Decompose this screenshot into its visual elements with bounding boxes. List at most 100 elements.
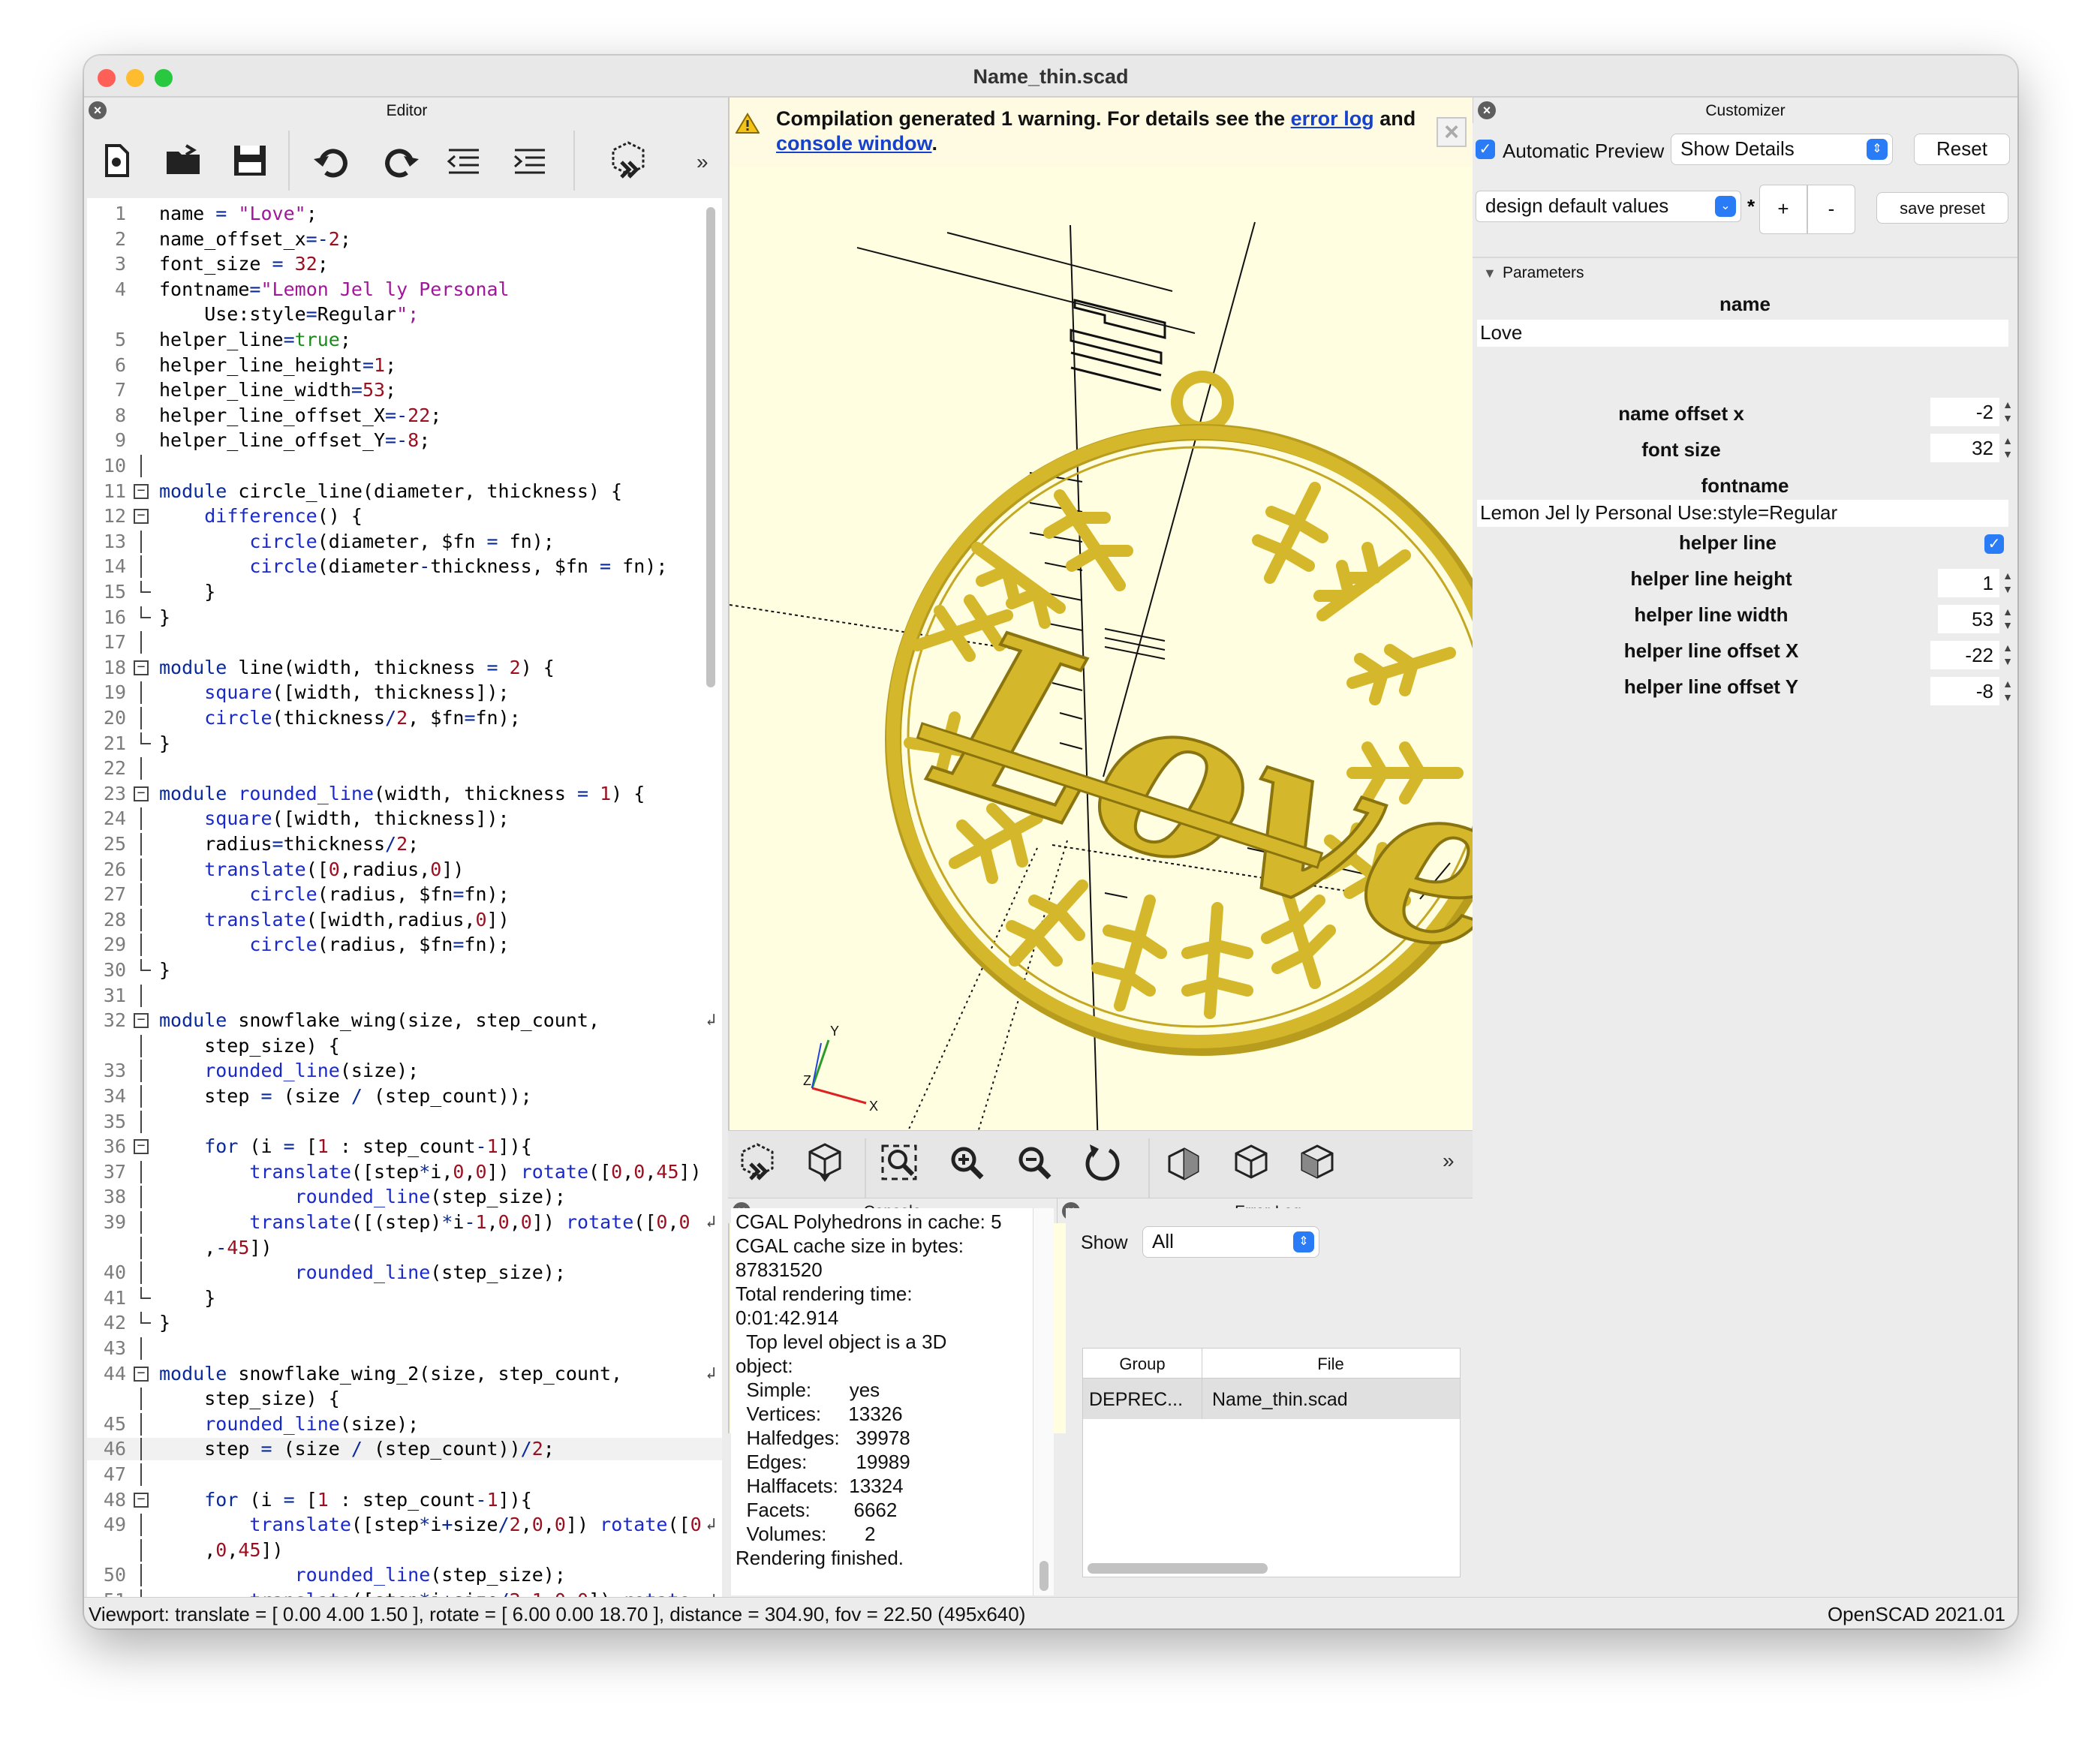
fold-toggle-icon[interactable]: − [134,1139,149,1155]
code-line[interactable]: 24 square([width, thickness]); [87,807,722,831]
table-row[interactable]: DEPREC... Name_thin.scad [1083,1379,1460,1419]
code-line[interactable]: 11− module circle_line(diameter, thicknes… [87,480,722,503]
code-line[interactable]: 47 [87,1463,722,1486]
code-line[interactable]: ,-45]) [87,1236,722,1259]
view-top-icon[interactable] [1229,1141,1273,1183]
close-warning-icon[interactable]: × [1437,117,1467,147]
code-line[interactable]: 1 name = "Love"; [87,203,722,225]
code-line[interactable]: 10 [87,455,722,477]
preview-render-icon[interactable] [736,1141,779,1183]
code-line[interactable]: 18− module line(width, thickness = 2) { [87,657,722,679]
code-line[interactable]: 43 [87,1337,722,1360]
remove-preset-button[interactable]: - [1807,185,1855,234]
param-helper-line-checkbox[interactable]: ✓ [1984,534,2004,554]
param-helper-line-height-input[interactable]: 1 [1938,569,1999,597]
code-line[interactable]: 17 [87,631,722,654]
console-output[interactable]: CGAL Polyhedrons in cache: 5 CGAL cache … [731,1208,1054,1595]
param-font-size-input[interactable]: 32 [1930,434,1999,462]
collapse-triangle-icon[interactable]: ▼ [1483,266,1497,281]
code-line[interactable]: 34 step = (size / (step_count)); [87,1085,722,1108]
code-line[interactable]: 33 rounded_line(size); [87,1060,722,1083]
param-fontname-input[interactable]: Lemon Jel ly Personal Use:style=Regular [1477,500,2008,527]
code-line[interactable]: 36− for (i = [1 : step_count-1]){ [87,1135,722,1158]
code-line[interactable]: 6 helper_line_height=1; [87,354,722,377]
col-file-header[interactable]: File [1203,1355,1458,1374]
code-line[interactable]: 28 translate([width,radius,0]) [87,908,722,931]
code-line[interactable]: 50 rounded_line(step_size); [87,1564,722,1587]
code-line[interactable]: step_size) { [87,1388,722,1411]
code-line[interactable]: 49 translate([step*i+size/2,0,0]) rotate… [87,1514,722,1537]
viewport-toolbar-overflow-icon[interactable]: » [1443,1149,1455,1173]
auto-preview-checkbox[interactable]: ✓ [1476,140,1495,159]
code-line[interactable]: 5 helper_line=true; [87,329,722,351]
toolbar-overflow-icon[interactable]: » [696,150,709,174]
console-scrollbar[interactable] [1033,1208,1054,1595]
code-line[interactable]: 2 name_offset_x=-2; [87,228,722,251]
indent-icon[interactable] [509,140,552,182]
code-line[interactable]: 35 [87,1110,722,1133]
code-line[interactable]: 27 circle(radius, $fn=fn); [87,883,722,907]
code-line[interactable]: 3 font_size = 32; [87,253,722,275]
code-line[interactable]: 51 translate([step*i+size/2-1,0,0]) rota… [87,1589,722,1597]
code-line[interactable]: 21} [87,732,722,755]
code-line[interactable]: 22 [87,757,722,780]
unindent-icon[interactable] [443,140,486,182]
redo-icon[interactable] [378,140,422,182]
param-helper-line-offset-x-input[interactable]: -22 [1930,641,1999,669]
code-line[interactable]: 26 translate([0,radius,0]) [87,858,722,881]
code-line[interactable]: 29 circle(radius, $fn=fn); [87,934,722,957]
param-helper-line-offset-y-input[interactable]: -8 [1930,677,1999,705]
code-line[interactable]: 12− difference() { [87,505,722,528]
code-line[interactable]: 14 circle(diameter-thickness, $fn = fn); [87,555,722,579]
save-preset-button[interactable]: save preset [1876,192,2008,224]
code-line[interactable]: 45 rounded_line(size); [87,1412,722,1436]
fold-toggle-icon[interactable]: − [134,483,149,499]
code-line[interactable]: 42} [87,1312,722,1334]
code-line[interactable]: step_size) { [87,1034,722,1057]
stepper-arrows-icon[interactable]: ▲ ▼ [1999,569,2016,597]
fold-toggle-icon[interactable]: − [134,660,149,675]
stepper-arrows-icon[interactable]: ▲ ▼ [1999,641,2016,669]
code-line[interactable]: 40 rounded_line(step_size); [87,1261,722,1285]
param-helper-line-width-input[interactable]: 53 [1938,605,1999,633]
errorlog-show-select[interactable]: All ⇕ [1142,1226,1319,1258]
fold-toggle-icon[interactable]: − [134,786,149,801]
code-line[interactable]: 8 helper_line_offset_X=-22; [87,404,722,427]
preset-select[interactable]: design default values ⌄ [1476,191,1741,222]
col-group-header[interactable]: Group [1083,1355,1202,1374]
code-line[interactable]: 23− module rounded_line(width, thickness … [87,783,722,805]
code-line[interactable]: 20 circle(thickness/2, $fn=fn); [87,707,722,729]
code-line[interactable]: 19 square([width, thickness]); [87,681,722,705]
param-name-offset-x-input[interactable]: -2 [1930,398,1999,426]
code-line[interactable]: 41 } [87,1286,722,1310]
code-line[interactable]: 15 } [87,581,722,603]
param-name-input[interactable]: Love [1477,320,2008,347]
view-all-icon[interactable] [878,1141,922,1183]
code-line[interactable]: Use:style=Regular"; [87,303,722,326]
reset-view-icon[interactable] [1081,1141,1124,1183]
console-window-link[interactable]: console window [776,132,932,155]
code-line[interactable]: 13 circle(diameter, $fn = fn); [87,530,722,553]
view-right-icon[interactable] [1162,1141,1205,1183]
undo-icon[interactable] [311,140,354,182]
fold-toggle-icon[interactable]: − [134,1366,149,1382]
code-line[interactable]: 16} [87,606,722,629]
errorlog-hscrollbar[interactable] [1088,1563,1268,1574]
open-file-icon[interactable] [162,140,206,182]
stepper-arrows-icon[interactable]: ▲ ▼ [1999,398,2016,426]
code-line[interactable]: 38 rounded_line(step_size); [87,1186,722,1209]
zoom-in-icon[interactable] [946,1141,989,1183]
stepper-arrows-icon[interactable]: ▲ ▼ [1999,677,2016,705]
error-log-link[interactable]: error log [1291,107,1374,130]
code-line[interactable]: ,0,45]) [87,1538,722,1562]
code-line[interactable]: 30} [87,959,722,982]
new-file-icon[interactable] [95,140,138,182]
stepper-arrows-icon[interactable]: ▲ ▼ [1999,605,2016,633]
code-line[interactable]: 39 translate([(step)*i-1,0,0]) rotate([0… [87,1211,722,1234]
show-details-select[interactable]: Show Details ⇕ [1671,134,1893,165]
code-editor[interactable]: 1 name = "Love"; 2 name_offset_x=-2; 3 font_s… [87,198,722,1597]
fold-toggle-icon[interactable]: − [134,1013,149,1029]
view-bottom-icon[interactable] [1295,1141,1339,1183]
code-line[interactable]: 48− for (i = [1 : step_count-1]){ [87,1489,722,1511]
fold-toggle-icon[interactable]: − [134,509,149,525]
